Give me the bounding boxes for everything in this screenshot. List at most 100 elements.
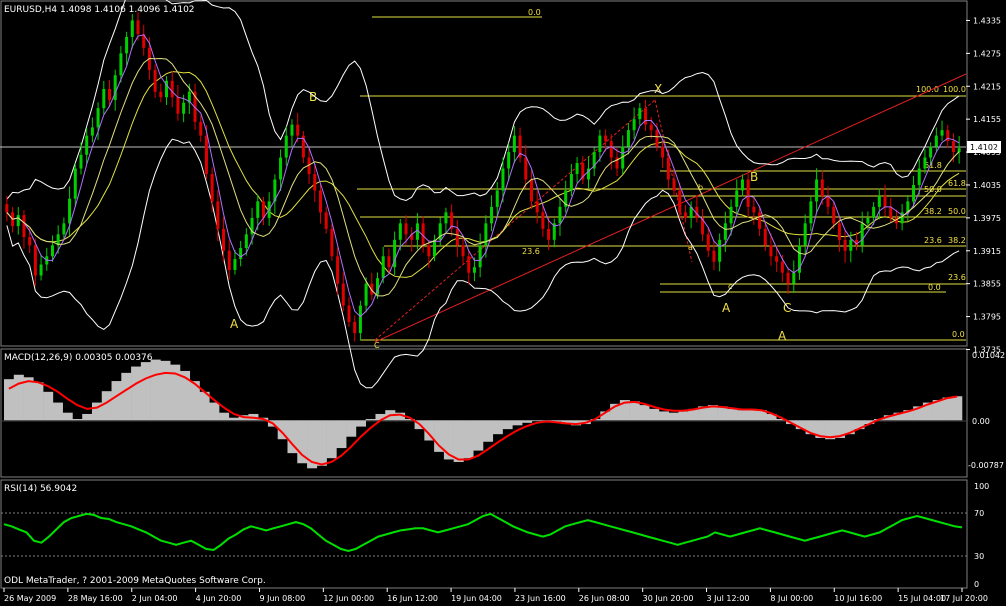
candle-body xyxy=(529,179,533,202)
candle-body xyxy=(763,228,767,246)
fib-label-618a: 61.8 xyxy=(924,161,942,170)
time-tick-label: 2 Jun 04:00 xyxy=(132,594,178,603)
candle-body xyxy=(758,212,762,229)
candle-body xyxy=(609,141,613,158)
macd-hist-bar xyxy=(658,411,670,421)
macd-hist-bar xyxy=(502,420,513,430)
price-ytick-label: 1.3975 xyxy=(973,214,1001,223)
time-tick-label: 16 Jun 12:00 xyxy=(387,594,438,603)
candle-body xyxy=(735,190,739,207)
macd-hist-bar xyxy=(365,419,376,421)
candle-body xyxy=(176,97,180,114)
candle-body xyxy=(889,206,893,218)
candle-body xyxy=(843,239,847,251)
fib-label-0b: 0.0 xyxy=(928,283,941,292)
candle-body xyxy=(5,204,9,213)
fib-label-0: 0.0 xyxy=(528,8,541,17)
time-tick-label: 23 Jun 16:00 xyxy=(515,594,566,603)
candle-body xyxy=(210,174,214,202)
macd-hist-bar xyxy=(639,405,650,421)
candle-body xyxy=(107,89,111,100)
macd-hist-bar xyxy=(121,372,132,421)
candle-body xyxy=(940,130,944,136)
rsi-ytick-30: 30 xyxy=(974,552,984,561)
candle-body xyxy=(68,198,72,224)
candle-body xyxy=(472,267,476,273)
candle-body xyxy=(204,135,208,174)
macd-hist-bar xyxy=(4,379,15,421)
chart-canvas[interactable]: 0.0 100.0 100.0 61.8 61.8 50.0 38.2 50.0… xyxy=(0,0,1006,606)
candle-body xyxy=(433,239,437,257)
price-y-axis: 1.4335 1.4275 1.4215 1.4155 1.4095 1.4035 1.39… xyxy=(966,16,1001,354)
macd-hist-bar xyxy=(737,410,748,421)
candle-body xyxy=(872,206,876,218)
candle-body xyxy=(170,80,174,98)
candle-body xyxy=(364,283,368,306)
macd-hist-bar xyxy=(492,420,503,435)
wave-label-B2: B xyxy=(750,170,758,184)
macd-hist-bar xyxy=(228,417,239,421)
candle-body xyxy=(73,168,77,199)
price-ytick-label: 1.3795 xyxy=(973,313,1001,322)
fib-label-0c: 0.0 xyxy=(952,330,965,339)
candle-body xyxy=(752,206,756,213)
time-tick-label: 3 Jul 12:00 xyxy=(707,594,750,603)
time-tick-label: 26 May 2009 xyxy=(4,594,56,603)
macd-hist-bar xyxy=(23,377,34,421)
candle-body xyxy=(860,223,864,246)
macd-hist-bar xyxy=(678,411,689,421)
price-ytick-label: 1.4275 xyxy=(973,49,1001,58)
candle-body xyxy=(672,179,676,191)
macd-hist-bar xyxy=(33,382,44,421)
macd-title: MACD(12,26,9) 0.00305 0.00376 xyxy=(4,353,153,363)
candle-body xyxy=(729,206,733,224)
fib-label-236a: 23.6 xyxy=(924,236,942,245)
candle-body xyxy=(604,135,608,142)
candle-body xyxy=(347,305,351,323)
macd-ytick-zero: 0.00 xyxy=(972,417,990,426)
candle-body xyxy=(119,53,123,76)
candle-body xyxy=(478,245,482,268)
macd-hist-bar xyxy=(629,401,640,421)
macd-hist-bar xyxy=(160,360,171,421)
candle-body xyxy=(290,124,294,136)
candle-body xyxy=(575,163,579,174)
macd-hist-bar xyxy=(434,420,445,452)
fib-label-100a: 100.0 xyxy=(916,85,939,94)
candle-body xyxy=(866,217,870,224)
candle-body xyxy=(296,124,300,136)
candle-body xyxy=(222,228,226,251)
time-x-axis: 26 May 2009 28 May 16:00 2 Jun 04:00 4 Jun … xyxy=(3,588,988,603)
candle-body xyxy=(455,228,459,246)
macd-hist-bar xyxy=(52,402,63,421)
candle-body xyxy=(387,256,391,268)
candle-body xyxy=(28,237,32,246)
candle-body xyxy=(467,256,471,273)
candle-body xyxy=(427,245,431,257)
time-tick-label: 19 Jun 04:00 xyxy=(451,594,502,603)
candle-body xyxy=(803,223,807,246)
macd-hist-bar xyxy=(13,374,24,421)
candle-body xyxy=(336,256,340,284)
candle-body xyxy=(261,201,265,218)
time-tick-label: 17 Jul 20:00 xyxy=(940,594,988,603)
candle-body xyxy=(678,190,682,213)
candle-body xyxy=(85,135,89,155)
price-ytick-label: 1.3855 xyxy=(973,280,1001,289)
price-ytick-label: 1.4335 xyxy=(973,16,1001,25)
macd-hist-bar xyxy=(111,381,122,421)
candle-body xyxy=(495,190,499,207)
macd-hist-bar xyxy=(326,420,337,459)
candle-body xyxy=(153,69,157,92)
wave-label-a: a xyxy=(688,243,693,252)
candle-body xyxy=(279,157,283,180)
macd-hist-bar xyxy=(43,391,54,421)
candle-body xyxy=(330,228,334,257)
macd-hist-bar xyxy=(150,359,161,421)
candle-body xyxy=(79,154,83,169)
macd-hist-bar xyxy=(483,420,494,442)
time-tick-label: 8 Jul 00:00 xyxy=(770,594,813,603)
candle-body xyxy=(39,264,43,276)
candle-body xyxy=(746,179,750,207)
candle-body xyxy=(661,146,665,158)
